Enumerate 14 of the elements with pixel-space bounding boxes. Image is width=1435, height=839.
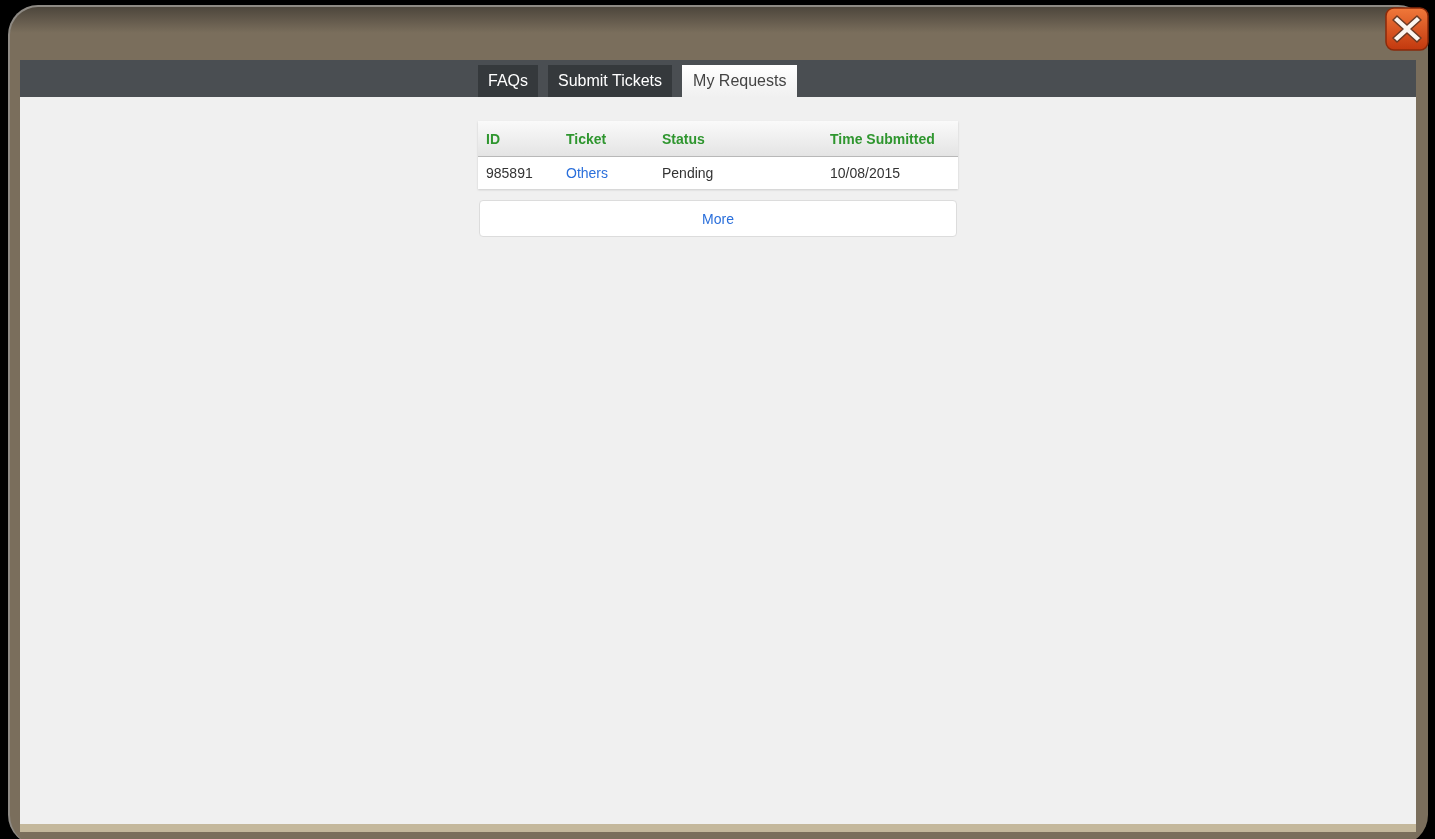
tab[interactable]: My Requests xyxy=(682,65,798,97)
more-button[interactable]: More xyxy=(479,200,957,237)
tab[interactable]: FAQs xyxy=(478,65,538,97)
close-icon xyxy=(1385,7,1429,51)
table-cell-text: Pending xyxy=(661,165,715,181)
column-header: ID xyxy=(485,130,501,147)
column-header: Status xyxy=(661,130,706,147)
column-header: Time Submitted xyxy=(829,130,936,147)
table-cell-text: 985891 xyxy=(485,165,534,181)
close-button[interactable] xyxy=(1385,7,1429,51)
column-header: Ticket xyxy=(565,130,608,147)
table-cell-text: 10/08/2015 xyxy=(829,165,902,181)
ticket-link[interactable]: Others xyxy=(566,165,608,181)
tab[interactable]: Submit Tickets xyxy=(548,65,673,97)
